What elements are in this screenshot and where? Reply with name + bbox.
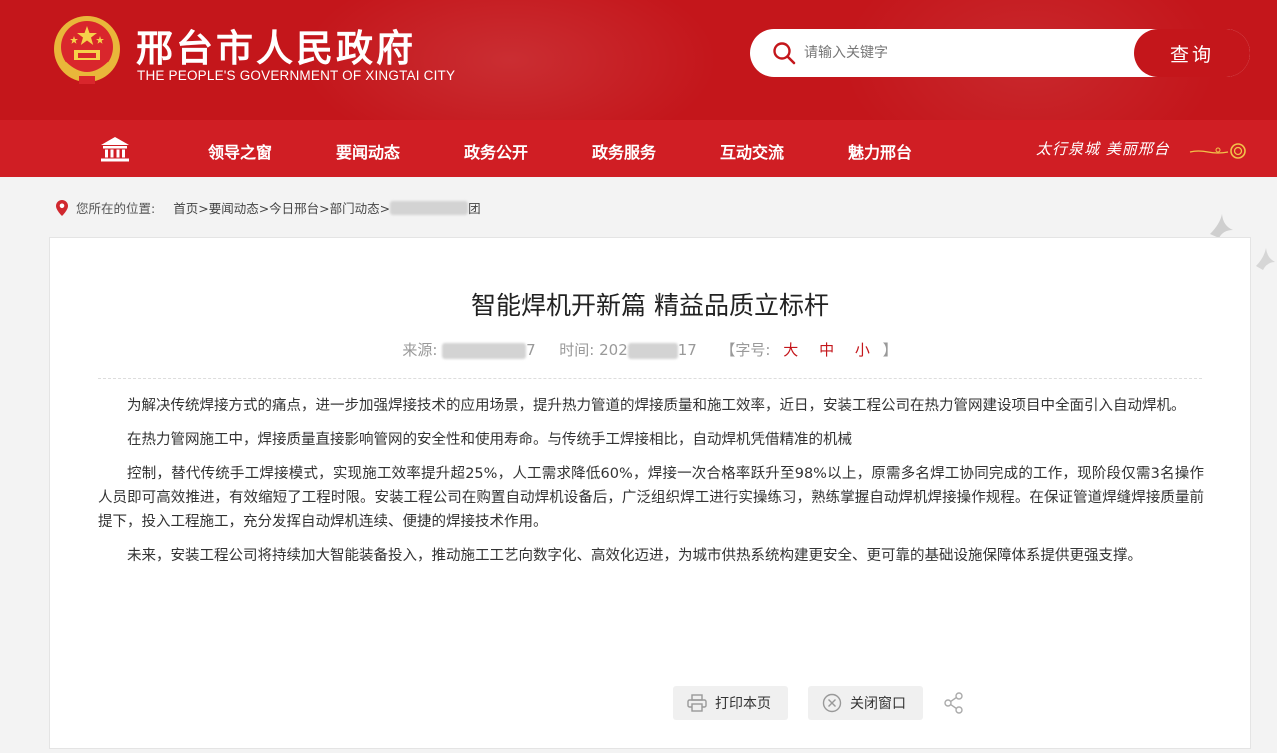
source-label: 来源: bbox=[402, 341, 438, 359]
main-nav: 领导之窗 要闻动态 政务公开 政务服务 互动交流 魅力邢台 太行泉城 美丽邢台 bbox=[0, 120, 1277, 177]
divider bbox=[98, 378, 1202, 379]
print-label: 打印本页 bbox=[715, 696, 771, 712]
search-icon bbox=[773, 42, 796, 65]
nav-item-interaction[interactable]: 互动交流 bbox=[720, 139, 784, 163]
site-title[interactable]: 邢台市人民政府 bbox=[136, 18, 416, 72]
nav-item-gov-open[interactable]: 政务公开 bbox=[464, 139, 528, 163]
article-card: 智能焊机开新篇 精益品质立标杆 来源: 7 时间: 202 17 【字号: 大 中… bbox=[49, 237, 1251, 749]
printer-icon bbox=[687, 694, 707, 712]
breadcrumb-path[interactable]: 首页>要闻动态>今日邢台>部门动态> bbox=[173, 198, 390, 217]
site-header: 邢台市人民政府 THE PEOPLE'S GOVERNMENT OF XINGT… bbox=[0, 0, 1277, 120]
redacted-text bbox=[442, 342, 527, 359]
nav-item-charm[interactable]: 魅力邢台 bbox=[848, 139, 912, 163]
article-meta: 来源: 7 时间: 202 17 【字号: 大 中 小 】 bbox=[50, 339, 1250, 360]
time-label: 时间: bbox=[559, 341, 595, 359]
time-suffix: 17 bbox=[677, 341, 697, 359]
cloud-ornament-icon bbox=[1189, 143, 1246, 159]
search-box: 查询 bbox=[750, 29, 1250, 77]
font-size-medium[interactable]: 中 bbox=[819, 341, 834, 359]
breadcrumb-label: 您所在的位置: bbox=[76, 201, 156, 216]
breadcrumb: 您所在的位置: 首页>要闻动态>今日邢台>部门动态> 团 bbox=[56, 198, 481, 217]
article-actions: 打印本页 关闭窗口 bbox=[673, 686, 965, 720]
location-pin-icon bbox=[56, 199, 68, 216]
font-size-label: 【字号: bbox=[720, 341, 771, 359]
home-icon[interactable] bbox=[100, 136, 130, 162]
crane-decoration-icon bbox=[1256, 248, 1275, 270]
article-paragraph: 未来，安装工程公司将持续加大智能装备投入，推动施工工艺向数字化、高效化迈进，为城… bbox=[127, 548, 1142, 564]
close-icon bbox=[822, 693, 842, 713]
search-button[interactable]: 查询 bbox=[1134, 29, 1250, 77]
font-size-close: 】 bbox=[882, 341, 898, 359]
nav-item-gov-service[interactable]: 政务服务 bbox=[592, 139, 656, 163]
article-content: 为解决传统焊接方式的痛点，进一步加强焊接技术的应用场景，提升热力管道的焊接质量和… bbox=[98, 394, 1204, 578]
slogan: 太行泉城 美丽邢台 bbox=[1036, 140, 1170, 158]
search-input[interactable] bbox=[804, 39, 1124, 67]
redacted-text bbox=[627, 342, 678, 359]
close-window-button[interactable]: 关闭窗口 bbox=[808, 686, 923, 720]
share-icon[interactable] bbox=[943, 692, 965, 714]
article-paragraph: 控制，替代传统手工焊接模式，实现施工效率提升超25%，人工需求降低60%，焊接一… bbox=[98, 466, 1204, 530]
time-prefix: 202 bbox=[599, 341, 628, 359]
close-window-label: 关闭窗口 bbox=[850, 696, 906, 712]
nav-item-news[interactable]: 要闻动态 bbox=[336, 139, 400, 163]
print-button[interactable]: 打印本页 bbox=[673, 686, 788, 720]
national-emblem-icon[interactable] bbox=[52, 14, 122, 88]
breadcrumb-current: 团 bbox=[468, 201, 481, 216]
font-size-large[interactable]: 大 bbox=[783, 341, 798, 359]
redacted-text bbox=[390, 200, 469, 215]
article-paragraph: 为解决传统焊接方式的痛点，进一步加强焊接技术的应用场景，提升热力管道的焊接质量和… bbox=[127, 398, 1186, 414]
source-suffix: 7 bbox=[526, 341, 536, 359]
font-size-small[interactable]: 小 bbox=[855, 341, 870, 359]
article-title: 智能焊机开新篇 精益品质立标杆 bbox=[471, 291, 829, 320]
nav-item-leaders[interactable]: 领导之窗 bbox=[208, 139, 272, 163]
article-paragraph: 在热力管网施工中，焊接质量直接影响管网的安全性和使用寿命。与传统手工焊接相比，自… bbox=[127, 432, 852, 448]
site-subtitle: THE PEOPLE'S GOVERNMENT OF XINGTAI CITY bbox=[137, 68, 456, 83]
